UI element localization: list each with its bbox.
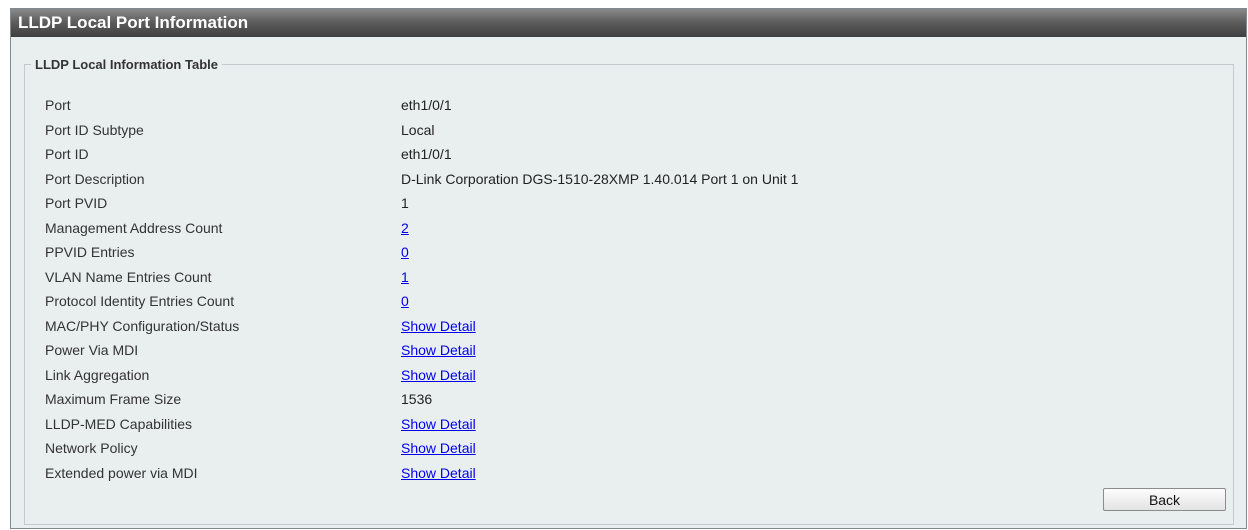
info-row: Power Via MDI Show Detail (45, 338, 1195, 362)
back-button[interactable]: Back (1103, 488, 1226, 511)
count-link[interactable]: 0 (401, 240, 409, 264)
info-row: PPVID Entries 0 (45, 240, 1195, 264)
count-link[interactable]: 0 (401, 289, 409, 313)
info-row: Network Policy Show Detail (45, 436, 1195, 460)
info-row: LLDP-MED Capabilities Show Detail (45, 412, 1195, 436)
info-row: Port ID eth1/0/1 (45, 142, 1195, 166)
count-link[interactable]: 1 (401, 265, 409, 289)
info-row-label: Maximum Frame Size (45, 391, 182, 407)
info-row-value: eth1/0/1 (401, 97, 452, 113)
info-row-value: 1536 (401, 391, 433, 407)
info-row: Extended power via MDI Show Detail (45, 461, 1195, 485)
show-detail-link[interactable]: Show Detail (401, 363, 476, 387)
info-row-label: Extended power via MDI (45, 464, 198, 481)
show-detail-link[interactable]: Show Detail (401, 314, 476, 338)
info-row: Port ID Subtype Local (45, 118, 1195, 142)
info-row-label: LLDP-MED Capabilities (45, 415, 193, 432)
info-row-label: Port (45, 97, 71, 113)
show-detail-link[interactable]: Show Detail (401, 338, 476, 362)
info-row-label: Power Via MDI (45, 342, 139, 358)
info-row: Port Description D-Link Corporation DGS-1… (45, 167, 1195, 191)
show-detail-link[interactable]: Show Detail (401, 436, 476, 460)
info-row-value: 1 (401, 195, 409, 211)
info-row-value: D-Link Corporation DGS-1510-28XMP 1.40.0… (401, 170, 799, 187)
info-row-label: MAC/PHY Configuration/Status (45, 317, 240, 334)
info-row-label: Management Address Count (45, 219, 223, 236)
group-legend: LLDP Local Information Table (35, 57, 218, 72)
info-row-label: Link Aggregation (45, 366, 150, 383)
info-row-label: VLAN Name Entries Count (45, 268, 212, 285)
info-row-label: Port Description (45, 170, 145, 187)
info-row: Management Address Count 2 (45, 216, 1195, 240)
info-row: Maximum Frame Size 1536 (45, 387, 1195, 411)
info-row-value: Local (401, 121, 435, 138)
info-row: Protocol Identity Entries Count 0 (45, 289, 1195, 313)
info-row: Port PVID 1 (45, 191, 1195, 215)
info-row-label: Port PVID (45, 195, 108, 211)
info-row: MAC/PHY Configuration/Status Show Detail (45, 314, 1195, 338)
info-row: Link Aggregation Show Detail (45, 363, 1195, 387)
lldp-local-port-panel: LLDP Local Port Information LLDP Local I… (10, 8, 1247, 529)
show-detail-link[interactable]: Show Detail (401, 412, 476, 436)
info-row-label: Port ID (45, 146, 89, 162)
info-row-label: Protocol Identity Entries Count (45, 293, 235, 309)
panel-title: LLDP Local Port Information (11, 9, 1246, 37)
info-row: VLAN Name Entries Count 1 (45, 265, 1195, 289)
info-row: Port eth1/0/1 (45, 93, 1195, 117)
show-detail-link[interactable]: Show Detail (401, 461, 476, 485)
info-row-label: Port ID Subtype (45, 121, 144, 138)
info-row-value: eth1/0/1 (401, 146, 452, 162)
count-link[interactable]: 2 (401, 216, 409, 240)
info-row-label: Network Policy (45, 440, 138, 456)
info-row-label: PPVID Entries (45, 244, 135, 260)
